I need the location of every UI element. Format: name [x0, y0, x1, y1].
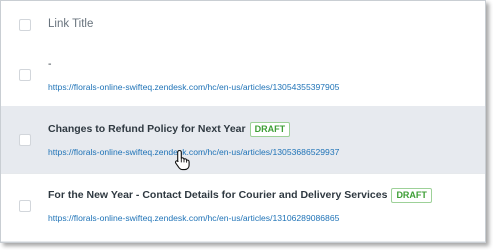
row-title-line: Changes to Refund Policy for Next Year D… [48, 120, 291, 138]
table-row[interactable]: Changes to Refund Policy for Next Year D… [1, 106, 485, 174]
draft-status-badge: DRAFT [391, 187, 432, 203]
row-checkbox[interactable] [19, 134, 31, 146]
row-checkbox[interactable] [19, 69, 31, 81]
row-title: For the New Year - Contact Details for C… [48, 189, 388, 201]
row-url-link[interactable]: https://florals-online-swifteq.zendesk.c… [48, 82, 339, 92]
column-header-link-title[interactable]: Link Title [48, 18, 93, 30]
row-title: Changes to Refund Policy for Next Year [48, 123, 246, 135]
row-title: - [48, 58, 52, 70]
hand-pointer-icon [174, 149, 190, 171]
table-row[interactable]: - https://florals-online-swifteq.zendesk… [1, 40, 485, 108]
row-title-line: For the New Year - Contact Details for C… [48, 186, 432, 204]
draft-status-badge: DRAFT [249, 121, 291, 137]
row-title-line: - [48, 55, 52, 73]
select-all-checkbox[interactable] [19, 19, 31, 31]
table-row[interactable]: For the New Year - Contact Details for C… [1, 174, 485, 242]
link-table-panel: Link Title - https://florals-online-swif… [0, 0, 486, 243]
row-checkbox[interactable] [19, 200, 31, 212]
row-url-link[interactable]: https://florals-online-swifteq.zendesk.c… [48, 147, 339, 157]
row-url-link[interactable]: https://florals-online-swifteq.zendesk.c… [48, 213, 339, 223]
